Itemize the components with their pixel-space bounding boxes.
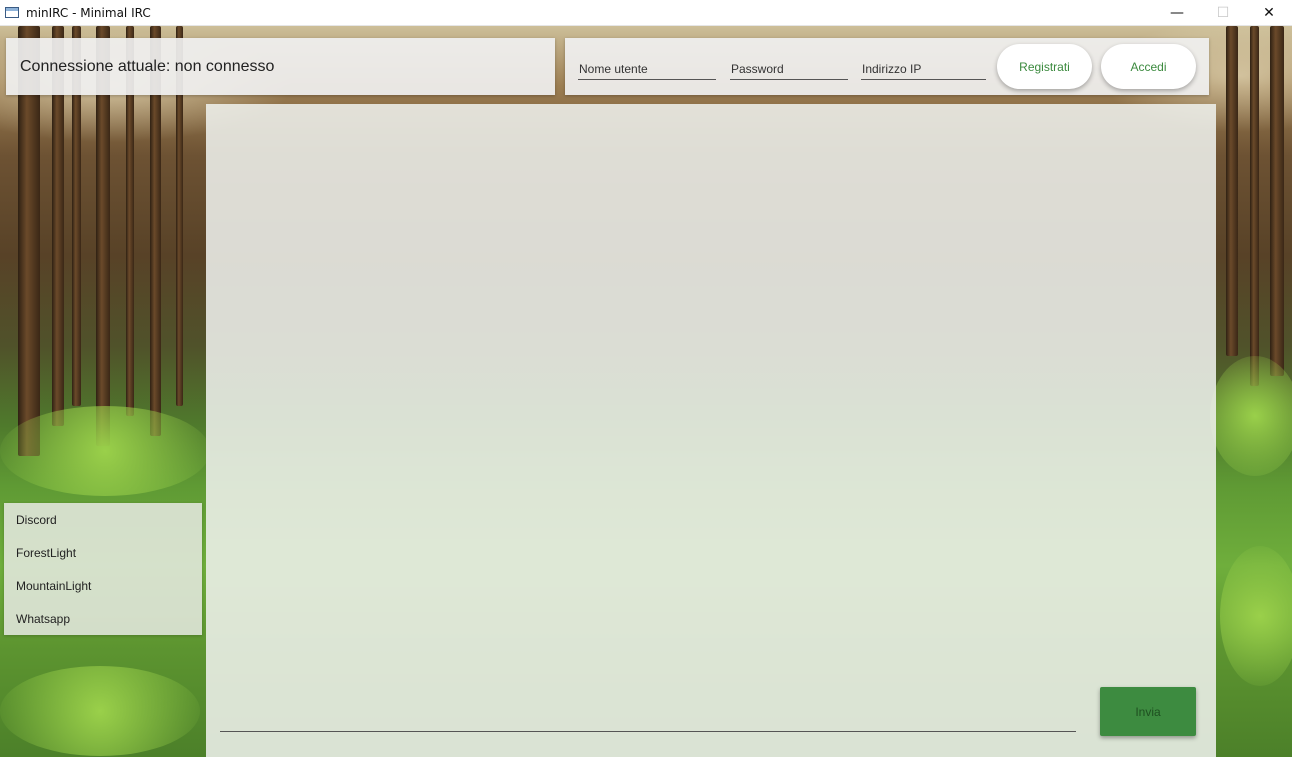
window-controls: — ☐ ✕ bbox=[1154, 0, 1292, 26]
username-field[interactable] bbox=[578, 58, 716, 80]
theme-item-forestlight[interactable]: ForestLight bbox=[4, 536, 202, 569]
register-button[interactable]: Registrati bbox=[997, 44, 1092, 89]
close-button[interactable]: ✕ bbox=[1246, 0, 1292, 26]
window-title: minIRC - Minimal IRC bbox=[26, 5, 151, 20]
connection-status-text: Connessione attuale: non connesso bbox=[20, 57, 275, 75]
send-button[interactable]: Invia bbox=[1100, 687, 1196, 736]
chat-messages-area bbox=[206, 104, 1216, 674]
theme-item-discord[interactable]: Discord bbox=[4, 503, 202, 536]
password-field[interactable] bbox=[730, 58, 848, 80]
login-button[interactable]: Accedi bbox=[1101, 44, 1196, 89]
theme-item-mountainlight[interactable]: MountainLight bbox=[4, 569, 202, 602]
theme-list: Discord ForestLight MountainLight Whatsa… bbox=[4, 503, 202, 635]
login-panel: Registrati Accedi bbox=[565, 38, 1209, 95]
message-input[interactable] bbox=[220, 694, 1076, 732]
maximize-button[interactable]: ☐ bbox=[1200, 0, 1246, 26]
minimize-button[interactable]: — bbox=[1154, 0, 1200, 26]
chat-panel: Invia bbox=[206, 104, 1216, 757]
app-window-icon bbox=[5, 7, 19, 18]
connection-status-panel: Connessione attuale: non connesso bbox=[6, 38, 555, 95]
ip-address-field[interactable] bbox=[861, 58, 986, 80]
theme-item-whatsapp[interactable]: Whatsapp bbox=[4, 602, 202, 635]
title-bar: minIRC - Minimal IRC — ☐ ✕ bbox=[0, 0, 1292, 26]
